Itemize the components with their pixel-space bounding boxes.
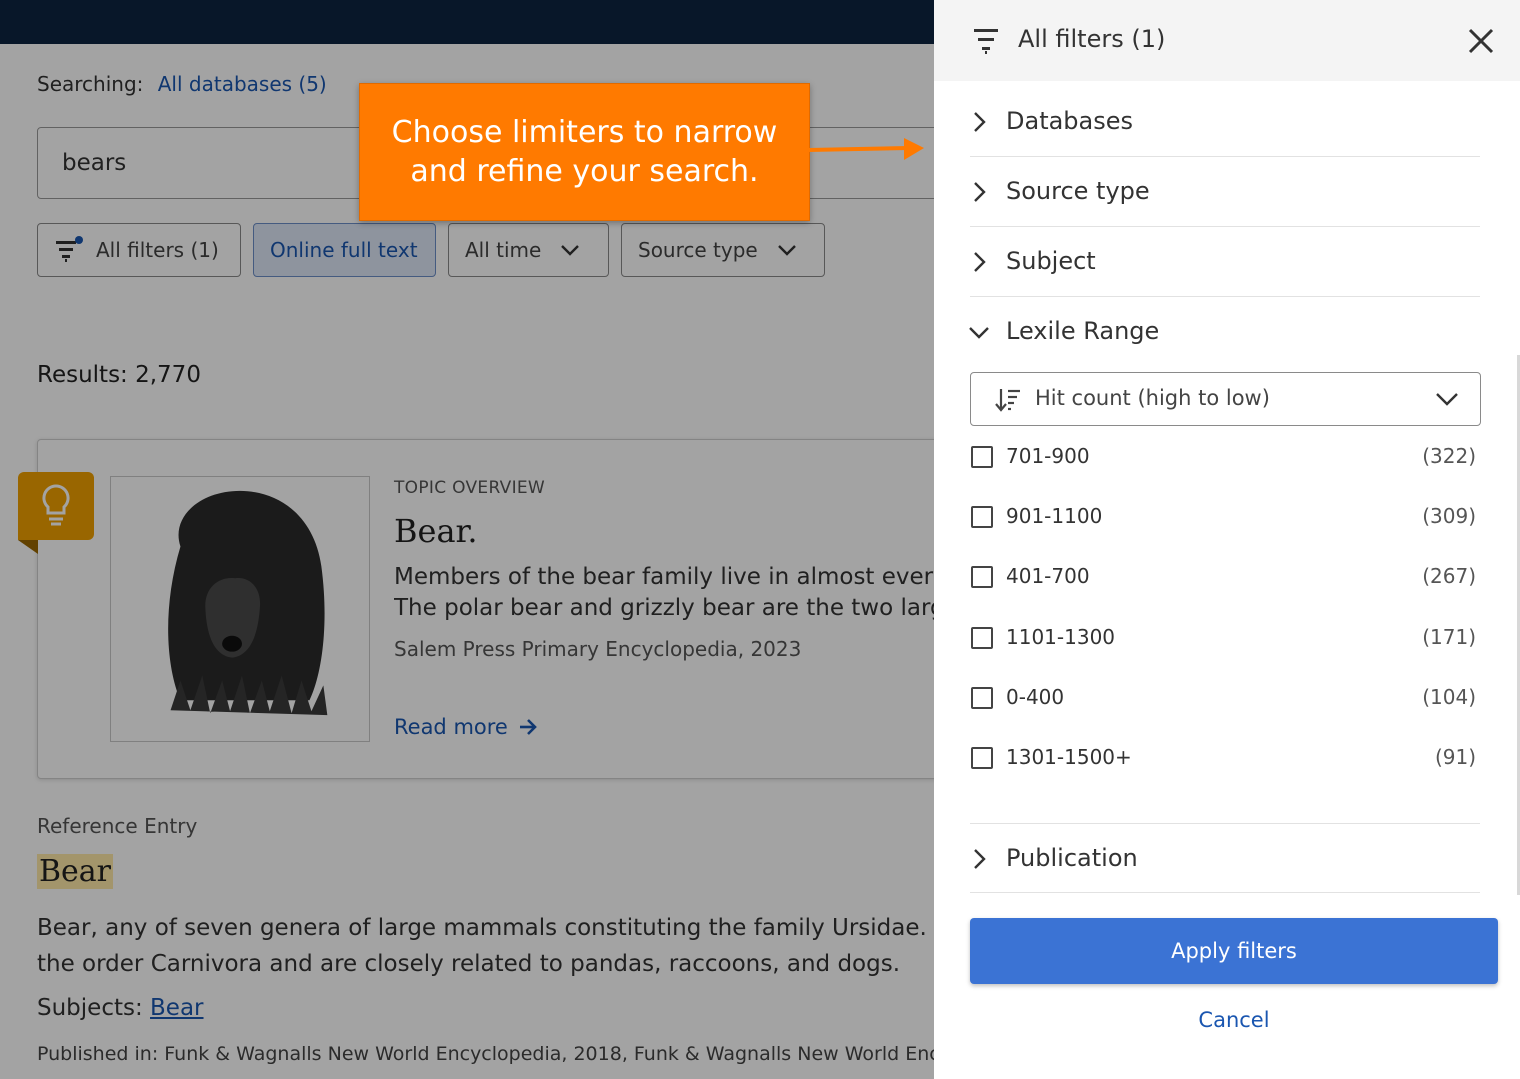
sort-selected-value: Hit count (high to low) bbox=[1035, 386, 1270, 410]
callout-arrow-icon bbox=[808, 138, 924, 160]
option-label: 401-700 bbox=[1006, 564, 1090, 588]
lexile-option[interactable]: 901-1100 (309) bbox=[970, 500, 1476, 540]
tutorial-callout: Choose limiters to narrow and refine you… bbox=[359, 83, 810, 221]
lexile-option[interactable]: 1101-1300 (171) bbox=[970, 621, 1476, 661]
option-count: (104) bbox=[1422, 685, 1476, 709]
panel-header: All filters (1) bbox=[934, 0, 1520, 81]
lexile-option[interactable]: 0-400 (104) bbox=[970, 681, 1476, 721]
checkbox[interactable] bbox=[971, 747, 993, 769]
option-label: 1101-1300 bbox=[1006, 625, 1116, 649]
section-subject[interactable]: Subject bbox=[970, 227, 1480, 297]
checkbox[interactable] bbox=[971, 627, 993, 649]
section-label: Lexile Range bbox=[1006, 317, 1160, 345]
close-icon[interactable] bbox=[1467, 27, 1495, 55]
option-label: 901-1100 bbox=[1006, 504, 1103, 528]
filter-icon bbox=[974, 29, 998, 54]
apply-filters-button[interactable]: Apply filters bbox=[970, 918, 1498, 984]
section-label: Subject bbox=[1006, 247, 1096, 275]
option-label: 0-400 bbox=[1006, 685, 1065, 709]
panel-title: All filters (1) bbox=[1018, 25, 1166, 53]
section-source-type[interactable]: Source type bbox=[970, 157, 1480, 227]
chevron-right-icon bbox=[974, 112, 986, 132]
option-count: (309) bbox=[1422, 504, 1476, 528]
lexile-option[interactable]: 401-700 (267) bbox=[970, 560, 1476, 600]
lexile-option[interactable]: 1301-1500+ (91) bbox=[970, 741, 1476, 781]
option-count: (171) bbox=[1422, 625, 1476, 649]
option-label: 701-900 bbox=[1006, 444, 1090, 468]
section-label: Source type bbox=[1006, 177, 1150, 205]
section-label: Databases bbox=[1006, 107, 1134, 135]
option-count: (91) bbox=[1434, 745, 1476, 769]
checkbox[interactable] bbox=[971, 446, 993, 468]
option-label: 1301-1500+ bbox=[1006, 745, 1132, 769]
chevron-right-icon bbox=[974, 849, 986, 869]
section-label: Publication bbox=[1006, 844, 1138, 872]
cancel-button[interactable]: Cancel bbox=[970, 1008, 1498, 1032]
sort-descending-icon bbox=[995, 389, 1020, 412]
checkbox[interactable] bbox=[971, 687, 993, 709]
chevron-right-icon bbox=[974, 182, 986, 202]
checkbox[interactable] bbox=[971, 506, 993, 528]
checkbox[interactable] bbox=[971, 566, 993, 588]
chevron-down-icon bbox=[1436, 393, 1458, 406]
sort-dropdown[interactable]: Hit count (high to low) bbox=[970, 372, 1481, 426]
section-lexile-range[interactable]: Lexile Range bbox=[969, 297, 1480, 367]
section-databases[interactable]: Databases bbox=[970, 87, 1480, 157]
chevron-down-icon bbox=[969, 327, 989, 339]
option-count: (322) bbox=[1422, 444, 1476, 468]
lexile-option[interactable]: 701-900 (322) bbox=[970, 440, 1476, 480]
option-count: (267) bbox=[1422, 564, 1476, 588]
all-filters-panel: All filters (1) Databases Source type Su… bbox=[934, 0, 1520, 1079]
chevron-right-icon bbox=[974, 252, 986, 272]
section-publication[interactable]: Publication bbox=[970, 823, 1480, 893]
